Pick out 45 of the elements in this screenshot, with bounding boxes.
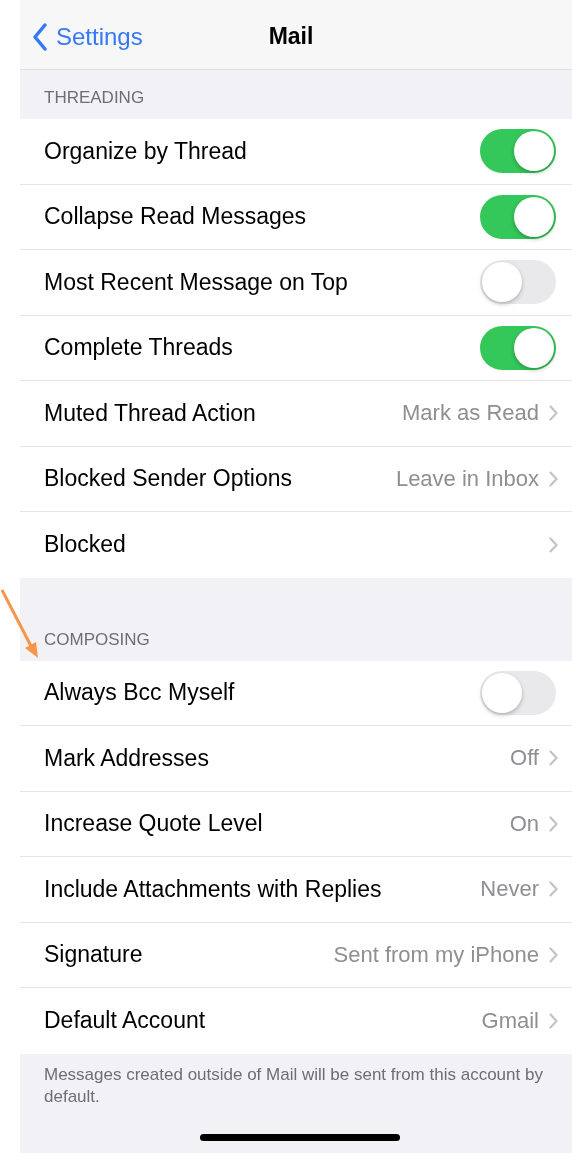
chevron-icon: [549, 881, 558, 898]
row-label: Always Bcc Myself: [44, 679, 236, 707]
back-button[interactable]: Settings: [20, 22, 143, 51]
section-footer: Messages created outside of Mail will be sent from this account by default.: [20, 1053, 572, 1108]
toggle-switch[interactable]: [480, 325, 556, 370]
toggle-switch[interactable]: [480, 129, 556, 174]
row-label: Most Recent Message on Top: [44, 268, 349, 296]
row-label: Organize by Thread: [44, 137, 248, 165]
row-label: Muted Thread Action: [44, 399, 257, 427]
chevron-icon: [549, 815, 558, 832]
row-value: On: [509, 810, 539, 837]
row-label: Signature: [44, 941, 144, 969]
row-label: Increase Quote Level: [44, 810, 264, 838]
chevron-icon: [549, 470, 558, 487]
row-value: Never: [480, 876, 539, 903]
row-label: Blocked: [44, 531, 127, 559]
row-label: Default Account: [44, 1007, 207, 1035]
back-chevron-icon: [32, 22, 48, 51]
row-value: Gmail: [481, 1007, 539, 1034]
row-value: Off: [510, 745, 539, 772]
toggle-switch[interactable]: [480, 194, 556, 239]
chevron-icon: [549, 405, 558, 422]
settings-row[interactable]: Include Attachments with Replies Never: [20, 857, 572, 923]
row-label: Include Attachments with Replies: [44, 875, 383, 903]
settings-row[interactable]: Muted Thread Action Mark as Read: [20, 381, 572, 447]
row-label: Complete Threads: [44, 334, 234, 362]
section-header: COMPOSING: [43, 629, 151, 651]
row-label: Blocked Sender Options: [44, 465, 294, 493]
page-title: Mail: [268, 23, 314, 49]
chevron-icon: [549, 536, 558, 553]
section-header: THREADING: [43, 88, 146, 109]
settings-row[interactable]: Default Account Gmail: [20, 988, 572, 1054]
row-value: Leave in Inbox: [395, 465, 539, 492]
annotation-arrow: [0, 589, 38, 658]
chevron-icon: [549, 1012, 558, 1029]
row-value: Mark as Read: [402, 400, 539, 427]
chevron-icon: [549, 946, 558, 963]
row-label: Collapse Read Messages: [44, 203, 308, 231]
toggle-switch[interactable]: [480, 670, 556, 715]
toggle-switch[interactable]: [480, 260, 556, 305]
chevron-icon: [549, 750, 558, 767]
row-value: Sent from my iPhone: [333, 941, 539, 968]
settings-row[interactable]: Blocked: [20, 512, 572, 578]
row-label: Mark Addresses: [44, 744, 210, 772]
settings-row[interactable]: Mark Addresses Off: [20, 726, 572, 792]
